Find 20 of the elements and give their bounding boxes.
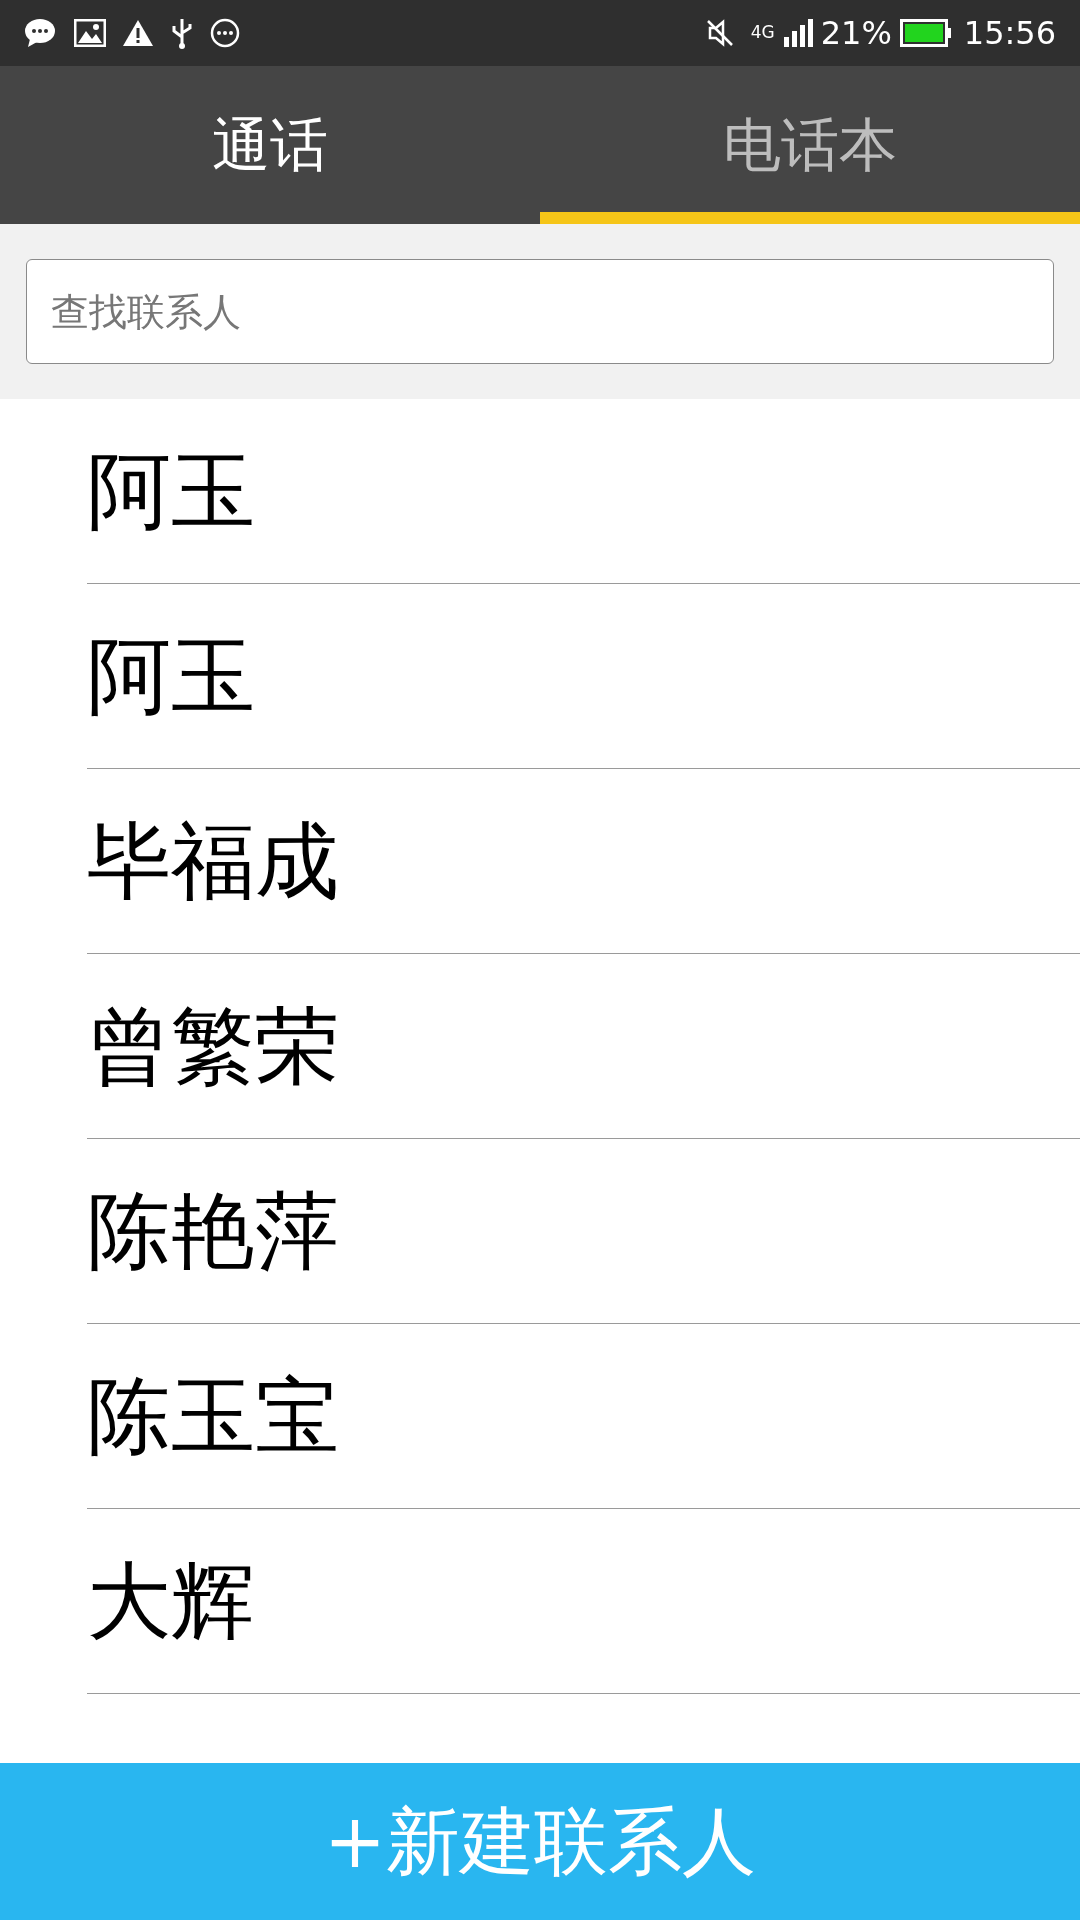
clock: 15:56 xyxy=(963,13,1056,54)
more-icon xyxy=(210,18,240,48)
image-icon xyxy=(74,19,106,47)
chat-icon xyxy=(24,18,58,48)
network-type: 4G xyxy=(750,21,775,45)
contact-name[interactable]: 阿玉 xyxy=(87,428,255,554)
warning-icon xyxy=(122,19,154,47)
contact-name[interactable]: 阿玉 xyxy=(87,613,255,739)
contact-name[interactable]: 曾繁荣 xyxy=(87,983,339,1109)
tab[interactable]: 通话 xyxy=(0,66,540,224)
contact-name[interactable]: 陈艳萍 xyxy=(87,1168,339,1294)
usb-icon xyxy=(170,17,194,49)
battery-icon xyxy=(899,19,952,47)
search-field[interactable]: 查找联系人 xyxy=(26,259,1054,364)
contact-name[interactable]: 陈玉宝 xyxy=(87,1353,339,1479)
mute-icon xyxy=(704,18,735,48)
contact-name[interactable]: 毕福成 xyxy=(87,798,339,924)
battery-percent: 21% xyxy=(820,13,892,54)
signal-icon xyxy=(782,19,813,47)
contact-name[interactable]: 大辉 xyxy=(87,1538,255,1664)
